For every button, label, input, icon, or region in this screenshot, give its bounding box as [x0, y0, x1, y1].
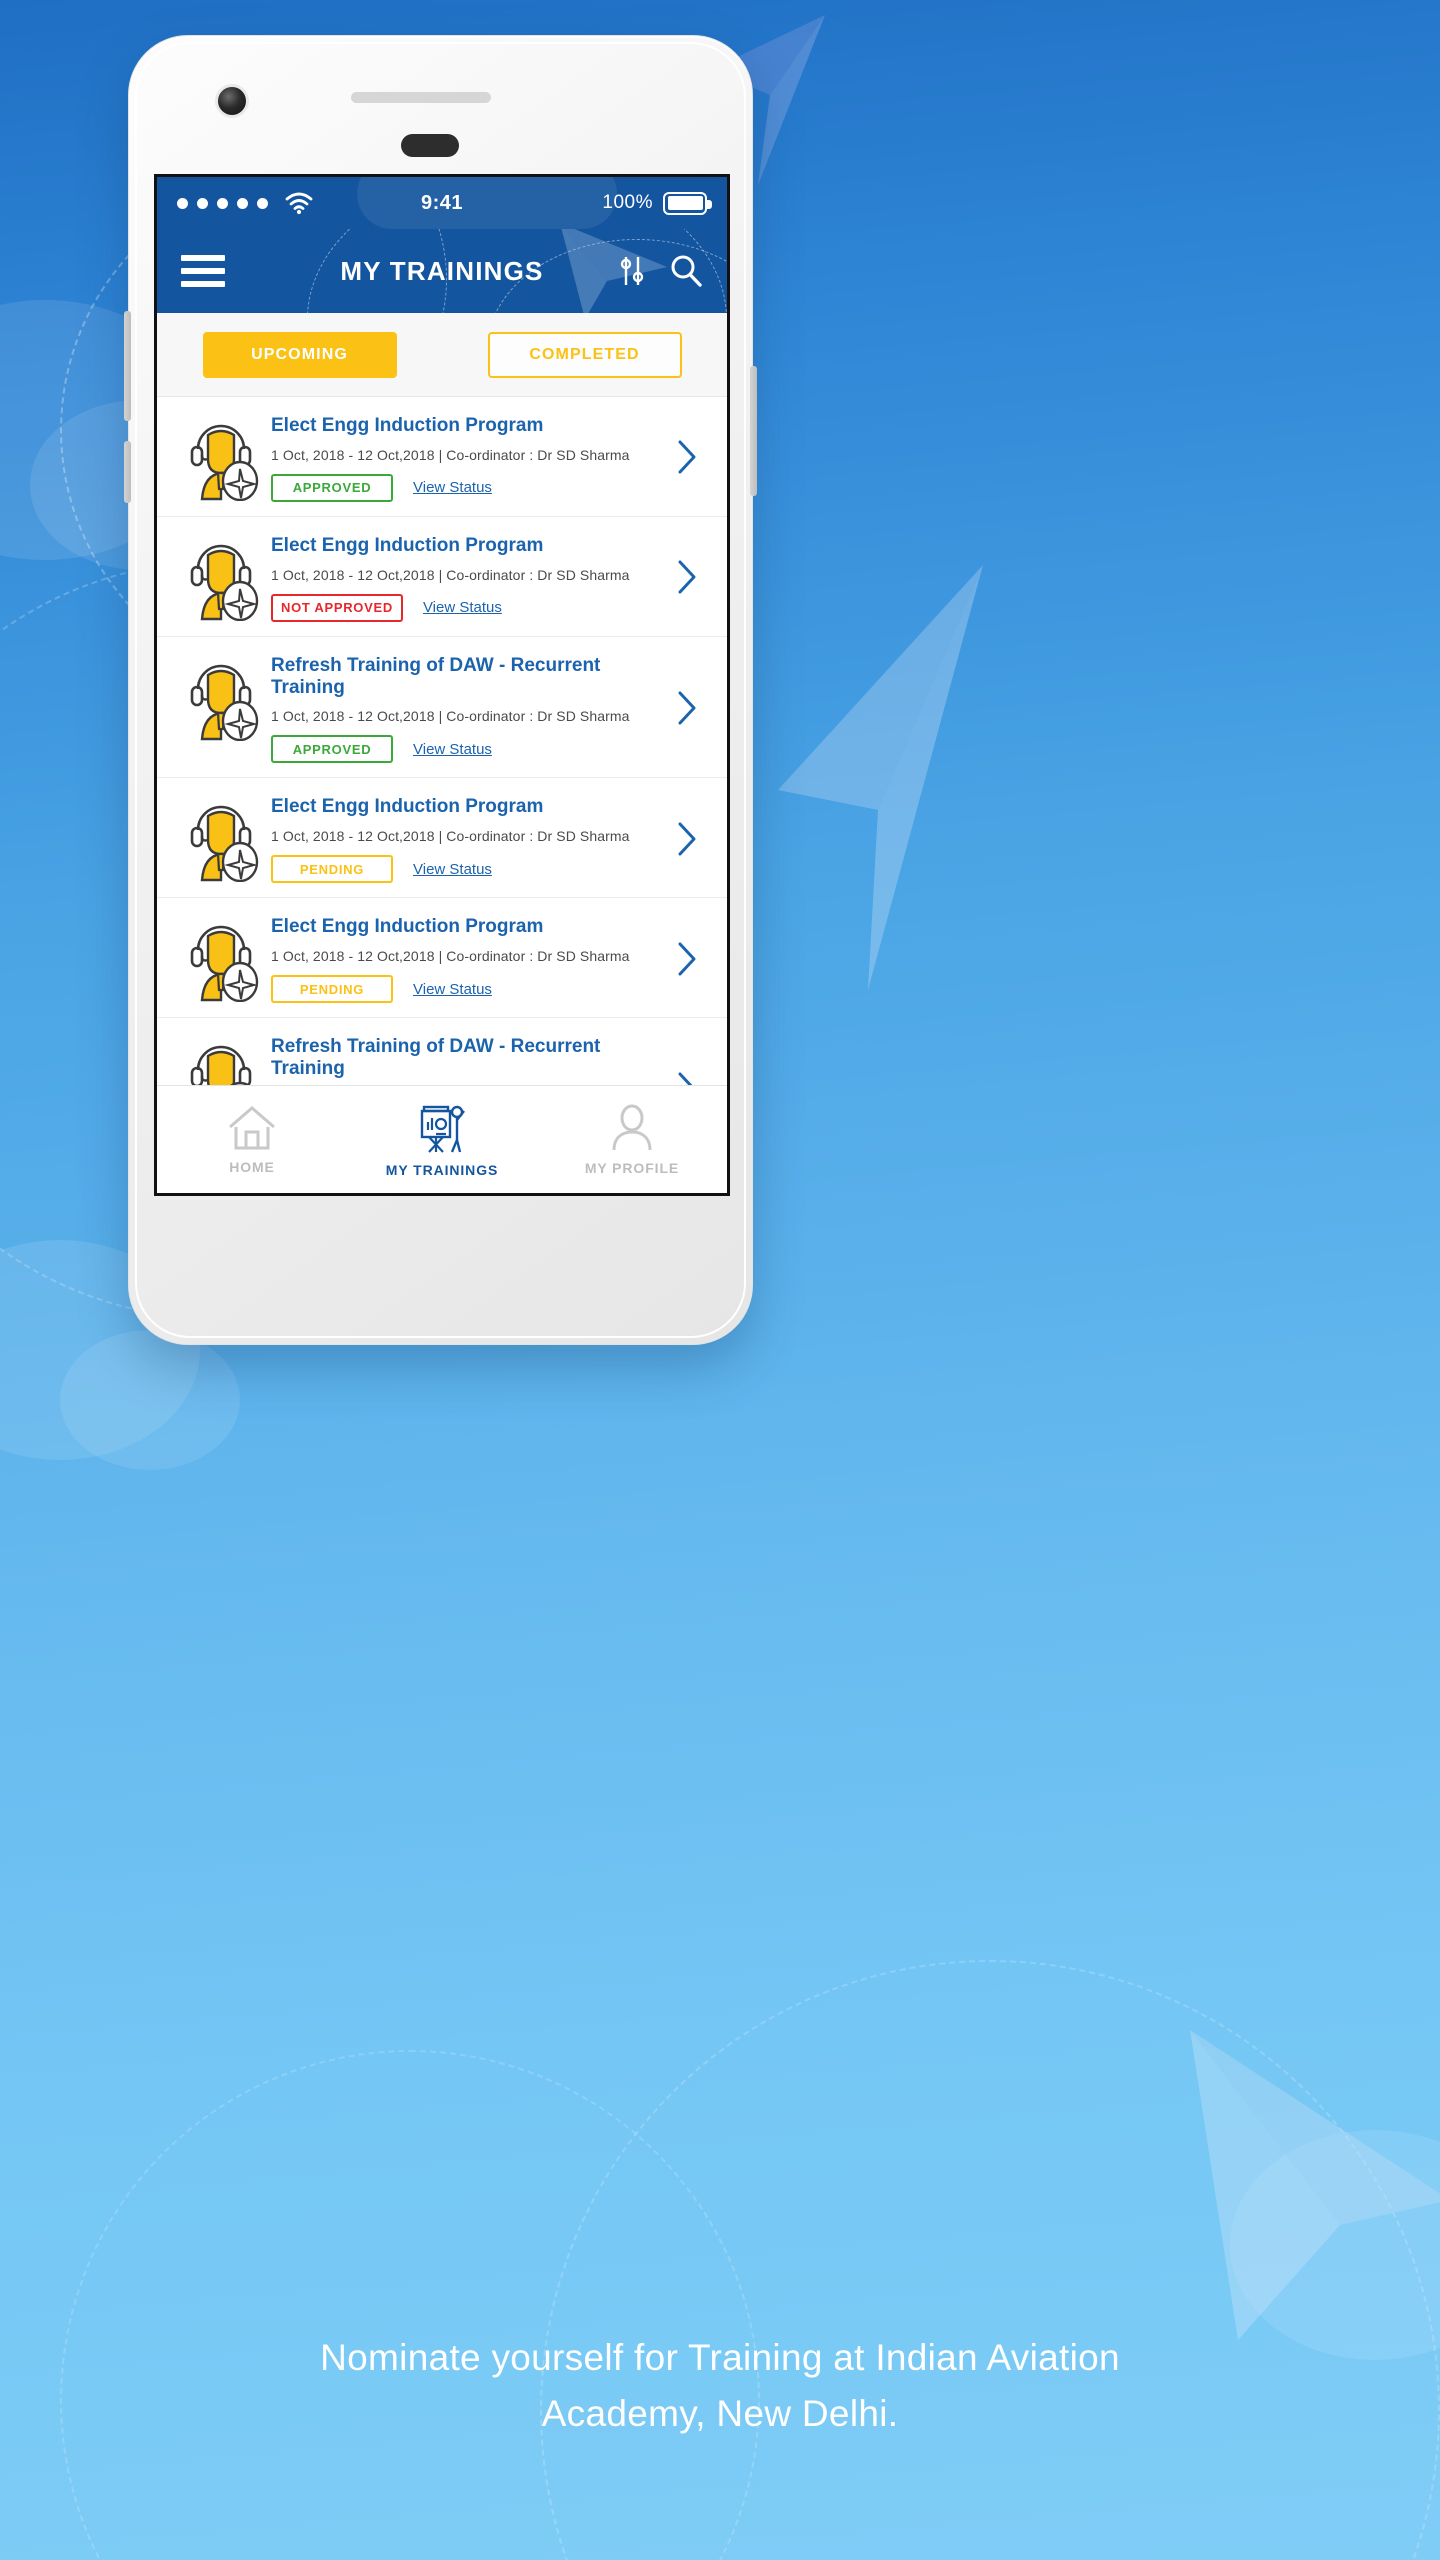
home-icon [229, 1105, 275, 1149]
training-details: Refresh Training of DAW - Recurrent Trai… [267, 1034, 665, 1085]
training-presentation-icon [420, 1105, 465, 1153]
volume-up-button[interactable] [124, 311, 131, 421]
training-list-item[interactable]: Elect Engg Induction Program 1 Oct, 2018… [157, 898, 727, 1019]
training-list-item[interactable]: Elect Engg Induction Program 1 Oct, 2018… [157, 517, 727, 637]
pilot-avatar-icon [190, 664, 259, 741]
view-status-link[interactable]: View Status [413, 479, 492, 496]
view-status-link[interactable]: View Status [413, 861, 492, 878]
training-footer: APPROVED View Status [271, 473, 665, 502]
open-training-chevron[interactable] [665, 1071, 709, 1085]
view-status-link[interactable]: View Status [423, 599, 502, 616]
nav-item-my-trainings[interactable]: MY TRAININGS [347, 1102, 537, 1178]
training-list-item[interactable]: Refresh Training of DAW - Recurrent Trai… [157, 1018, 727, 1085]
training-title: Elect Engg Induction Program [271, 534, 544, 556]
chevron-right-icon[interactable] [676, 439, 698, 475]
training-details: Elect Engg Induction Program 1 Oct, 2018… [267, 413, 665, 502]
status-badge: APPROVED [271, 473, 393, 502]
caption-line-1: Nominate yourself for Training at Indian… [320, 2337, 1120, 2378]
open-training-chevron[interactable] [665, 559, 709, 595]
training-meta: 1 Oct, 2018 - 12 Oct,2018 | Co-ordinator… [271, 446, 630, 463]
status-bar-right: 100% [602, 191, 712, 215]
training-details: Elect Engg Induction Program 1 Oct, 2018… [267, 533, 665, 622]
chevron-right-icon[interactable] [676, 690, 698, 726]
status-badge: PENDING [271, 975, 393, 1004]
training-footer: APPROVED View Status [271, 735, 665, 764]
home-button[interactable] [401, 134, 459, 157]
training-list-item[interactable]: Refresh Training of DAW - Recurrent Trai… [157, 637, 727, 779]
chevron-right-icon[interactable] [676, 941, 698, 977]
open-training-chevron[interactable] [665, 439, 709, 475]
nav-item-home[interactable]: HOME [157, 1105, 347, 1175]
chevron-right-icon[interactable] [676, 559, 698, 595]
front-camera-icon [215, 84, 249, 118]
training-meta: 1 Oct, 2018 - 12 Oct,2018 | Co-ordinator… [271, 708, 630, 725]
training-list[interactable]: Elect Engg Induction Program 1 Oct, 2018… [157, 397, 727, 1085]
person-icon [612, 1104, 652, 1150]
training-title: Refresh Training of DAW - Recurrent Trai… [271, 1036, 601, 1079]
training-title: Refresh Training of DAW - Recurrent Trai… [271, 654, 601, 698]
pilot-avatar-icon [190, 544, 259, 621]
training-title: Elect Engg Induction Program [271, 916, 544, 938]
caption-line-2: Academy, New Delhi. [541, 2392, 899, 2434]
training-thumbnail [175, 1034, 267, 1085]
chevron-right-icon[interactable] [676, 821, 698, 857]
training-thumbnail [175, 533, 267, 621]
nav-label-home: HOME [229, 1158, 275, 1175]
training-details: Elect Engg Induction Program 1 Oct, 2018… [267, 794, 665, 884]
training-footer: NOT APPROVED View Status [271, 593, 665, 622]
training-thumbnail [175, 914, 267, 1003]
phone-device-frame: 9:41 100% MY TRAININGS UPCOMING COMPLETE… [124, 35, 757, 1345]
training-list-item[interactable]: Elect Engg Induction Program 1 Oct, 2018… [157, 397, 727, 517]
pilot-avatar-icon [190, 1045, 252, 1085]
status-badge: PENDING [271, 855, 393, 884]
hamburger-menu-icon[interactable] [181, 255, 225, 287]
view-status-link[interactable]: View Status [413, 981, 492, 998]
training-thumbnail [175, 653, 267, 741]
phone-screen: 9:41 100% MY TRAININGS UPCOMING COMPLETE… [154, 174, 730, 1196]
status-bar: 9:41 100% [157, 177, 727, 229]
training-title: Elect Engg Induction Program [271, 415, 544, 436]
training-footer: PENDING View Status [271, 975, 665, 1004]
training-list-item[interactable]: Elect Engg Induction Program 1 Oct, 2018… [157, 778, 727, 899]
training-details: Elect Engg Induction Program 1 Oct, 2018… [267, 914, 665, 1004]
training-thumbnail [175, 794, 267, 883]
tab-completed[interactable]: COMPLETED [487, 331, 682, 378]
pilot-avatar-icon [190, 424, 259, 501]
training-thumbnail [175, 413, 267, 501]
pilot-avatar-icon [190, 806, 259, 883]
training-filter-tabs: UPCOMING COMPLETED [157, 313, 727, 397]
training-details: Refresh Training of DAW - Recurrent Trai… [267, 653, 665, 764]
nav-label-my-profile: MY PROFILE [584, 1159, 680, 1176]
nav-label-my-trainings: MY TRAININGS [385, 1161, 499, 1178]
search-icon[interactable] [669, 254, 703, 288]
training-title: Elect Engg Induction Program [271, 796, 544, 818]
open-training-chevron[interactable] [665, 821, 709, 857]
open-training-chevron[interactable] [665, 690, 709, 726]
tab-upcoming[interactable]: UPCOMING [202, 331, 397, 378]
earpiece-speaker [351, 92, 491, 103]
paper-plane-icon [778, 565, 983, 990]
open-training-chevron[interactable] [665, 941, 709, 977]
paper-plane-icon [1190, 2030, 1440, 2340]
power-button[interactable] [750, 366, 757, 496]
battery-percentage-label: 100% [602, 192, 653, 213]
training-meta: 1 Oct, 2018 - 12 Oct,2018 | Co-ordinator… [271, 566, 630, 583]
status-badge: NOT APPROVED [271, 593, 403, 622]
app-header-actions [617, 254, 703, 288]
filter-sliders-icon[interactable] [617, 255, 647, 287]
app-header-bar: MY TRAININGS [157, 229, 727, 313]
volume-down-button[interactable] [124, 441, 131, 503]
status-badge: APPROVED [271, 735, 393, 764]
bottom-navigation-bar: HOME MY TRAININGS MY PROFILE [157, 1085, 727, 1193]
training-meta: 1 Oct, 2018 - 12 Oct,2018 | Co-ordinator… [271, 948, 630, 965]
nav-item-my-profile[interactable]: MY PROFILE [537, 1104, 727, 1176]
training-meta: 1 Oct, 2018 - 12 Oct,2018 | Co-ordinator… [271, 828, 630, 845]
view-status-link[interactable]: View Status [413, 741, 492, 758]
cloud-shape [60, 1330, 240, 1470]
training-footer: PENDING View Status [271, 855, 665, 884]
battery-full-icon [663, 191, 712, 215]
promo-caption: Nominate yourself for Training at Indian… [0, 2330, 1440, 2441]
chevron-right-icon[interactable] [676, 1071, 698, 1085]
pilot-avatar-icon [190, 925, 259, 1003]
